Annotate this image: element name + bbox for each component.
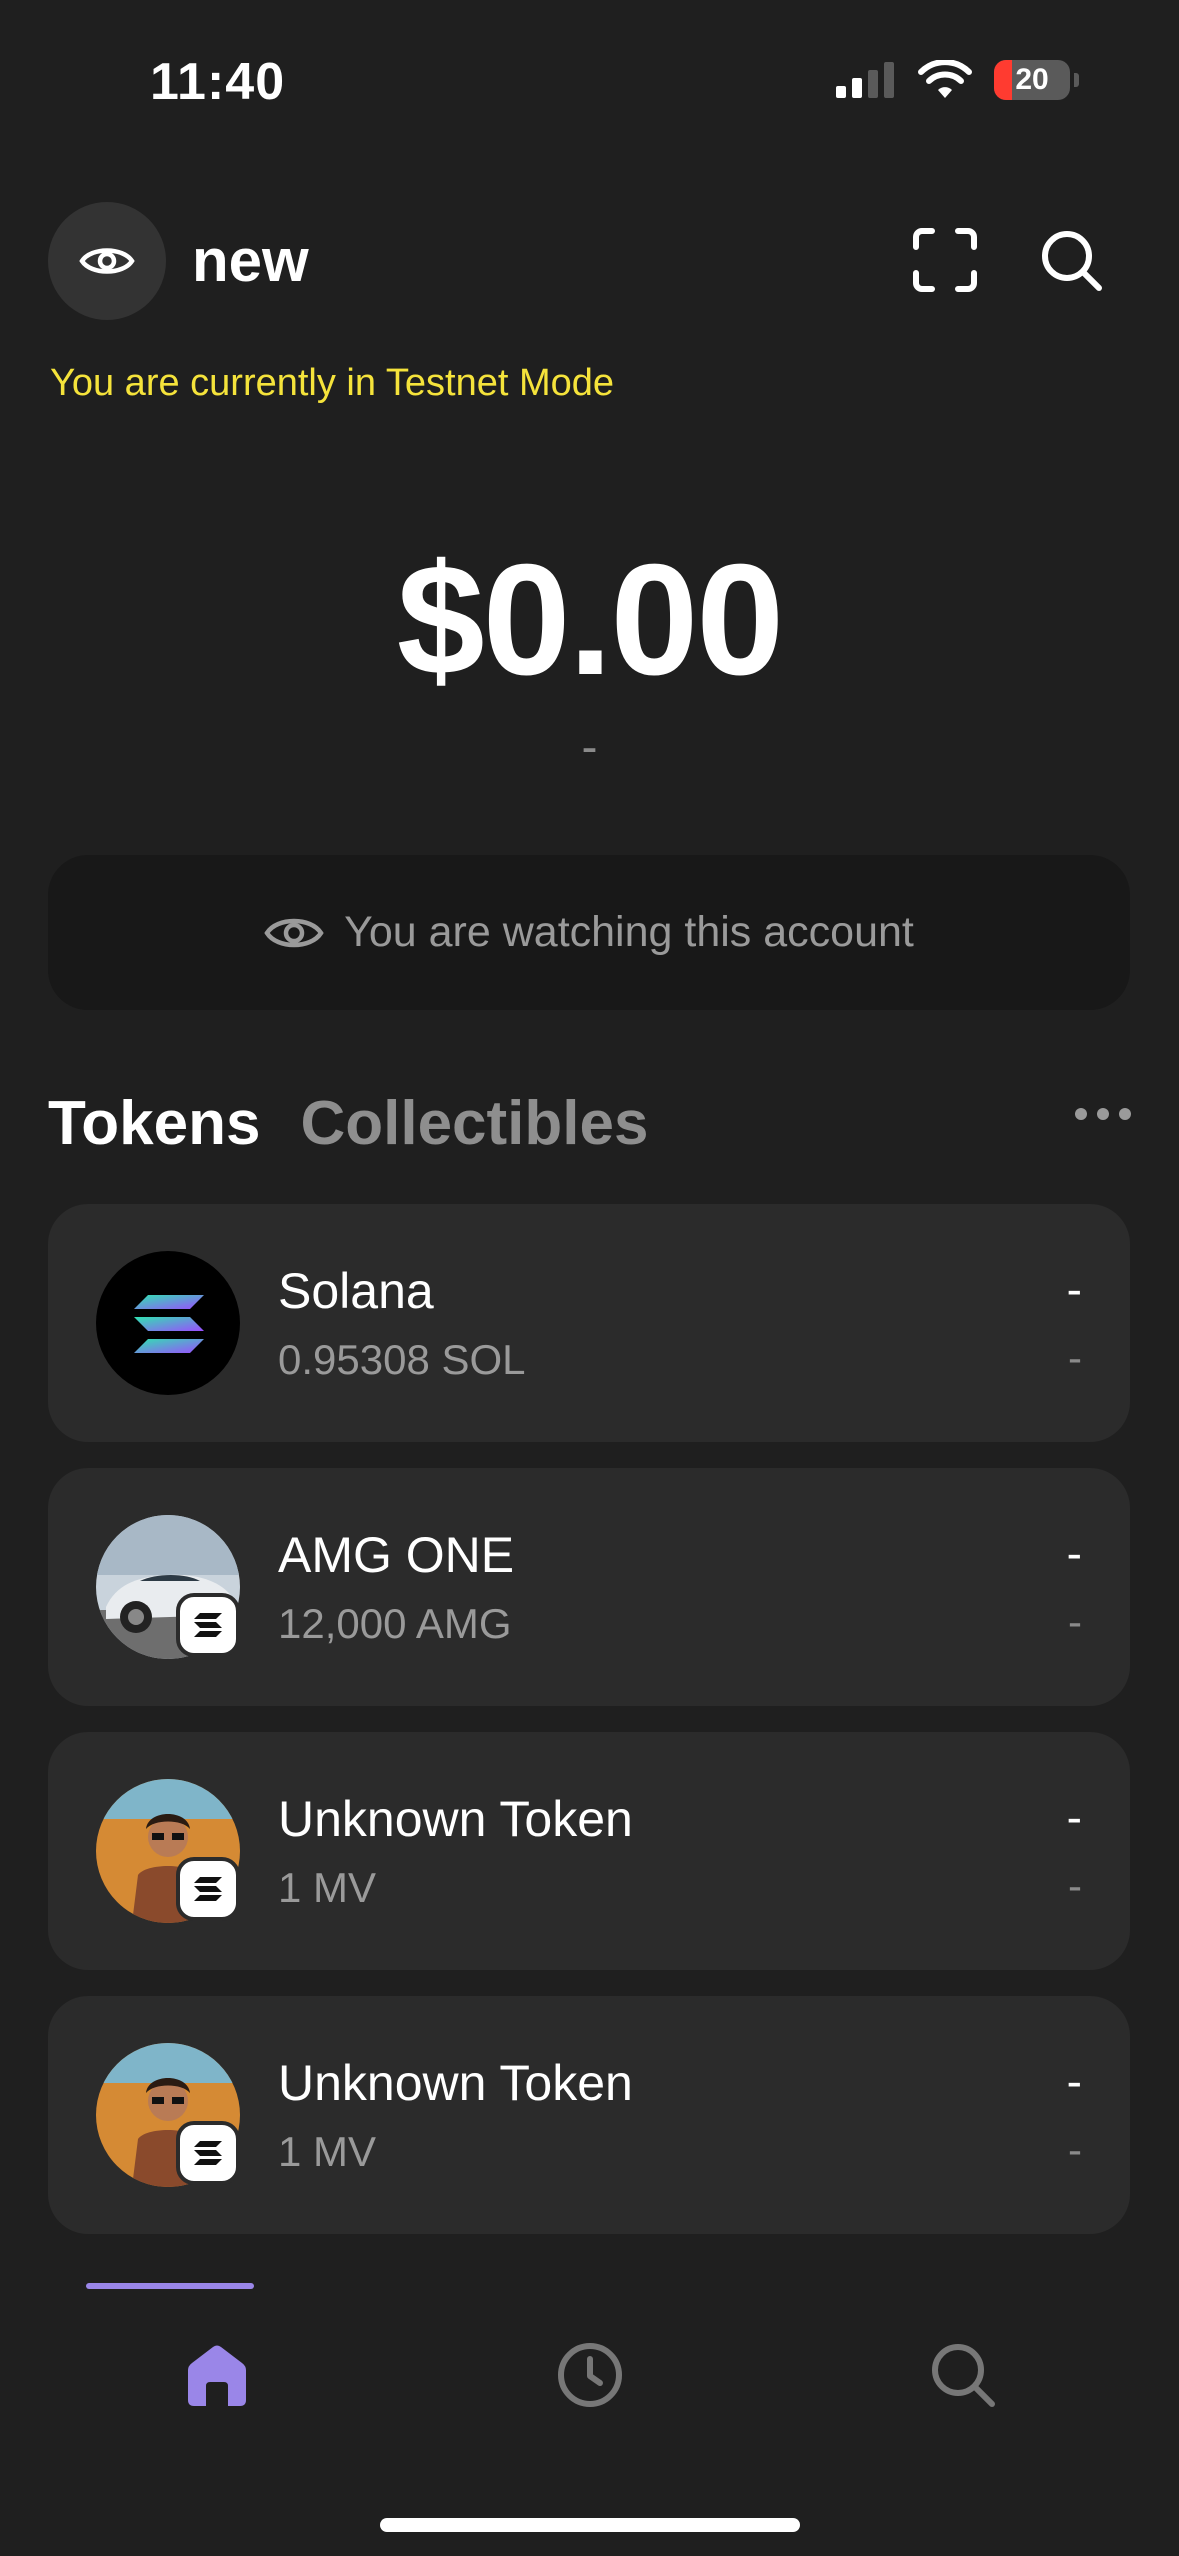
solana-badge-icon — [176, 1593, 240, 1657]
clock-icon — [558, 2343, 622, 2407]
account-name[interactable]: new — [192, 226, 309, 295]
token-name: Unknown Token — [278, 2055, 633, 2111]
token-amount: 1 MV — [278, 2128, 377, 2175]
battery-icon: 20 — [994, 60, 1070, 100]
nav-history-button[interactable] — [545, 2330, 635, 2420]
token-value: - — [1066, 1527, 1082, 1579]
nav-active-indicator — [86, 2283, 254, 2289]
token-amount: 12,000 AMG — [278, 1600, 512, 1647]
search-icon — [932, 2344, 995, 2407]
total-balance: $0.00 — [396, 532, 784, 708]
balance-change: - — [581, 721, 598, 774]
eye-icon — [264, 918, 324, 947]
nav-search-button[interactable] — [918, 2330, 1008, 2420]
token-name: Unknown Token — [278, 1791, 633, 1847]
asset-tabs: Tokens Collectibles — [48, 1088, 648, 1159]
more-options-button[interactable] — [1075, 1108, 1131, 1120]
token-value: - — [1066, 1791, 1082, 1843]
token-change: - — [1068, 1598, 1082, 1645]
watching-account-text: You are watching this account — [344, 908, 914, 956]
tab-tokens[interactable]: Tokens — [48, 1088, 260, 1159]
account-avatar-button[interactable] — [48, 202, 166, 320]
token-amount: 0.95308 SOL — [278, 1336, 526, 1383]
home-indicator[interactable] — [380, 2518, 800, 2532]
token-value: - — [1066, 1263, 1082, 1315]
token-change: - — [1068, 2126, 1082, 2173]
signal-icon — [836, 62, 894, 98]
status-time: 11:40 — [150, 53, 286, 111]
more-dot — [1119, 1108, 1131, 1120]
solana-token-icon — [96, 1251, 240, 1395]
token-amount: 1 MV — [278, 1864, 377, 1911]
testnet-notice: You are currently in Testnet Mode — [50, 362, 615, 404]
battery-cap — [1074, 73, 1079, 87]
scan-icon — [913, 228, 977, 292]
solana-badge-icon — [176, 2121, 240, 2185]
token-change: - — [1068, 1334, 1082, 1381]
status-icons: 20 — [836, 60, 1079, 100]
token-name: Solana — [278, 1263, 434, 1319]
token-name: AMG ONE — [278, 1527, 515, 1583]
search-icon — [1042, 231, 1102, 291]
token-row-solana[interactable]: Solana 0.95308 SOL - - — [48, 1204, 1130, 1442]
eye-icon — [79, 248, 135, 274]
more-dot — [1097, 1108, 1109, 1120]
scan-button[interactable] — [905, 220, 985, 300]
token-row-amg-one[interactable]: AMG ONE 12,000 AMG - - — [48, 1468, 1130, 1706]
nav-home-button[interactable] — [172, 2330, 262, 2420]
more-dot — [1075, 1108, 1087, 1120]
token-value: - — [1066, 2055, 1082, 2107]
solana-badge-icon — [176, 1857, 240, 1921]
search-button[interactable] — [1031, 220, 1111, 300]
watching-account-banner: You are watching this account — [48, 855, 1130, 1010]
token-row-unknown-token[interactable]: Unknown Token 1 MV - - — [48, 1996, 1130, 2234]
token-row-unknown-token[interactable]: Unknown Token 1 MV - - — [48, 1732, 1130, 1970]
wifi-icon — [918, 60, 972, 98]
tab-collectibles[interactable]: Collectibles — [300, 1088, 648, 1159]
home-icon — [188, 2345, 246, 2406]
token-change: - — [1068, 1862, 1082, 1909]
battery-level: 20 — [1015, 63, 1049, 96]
